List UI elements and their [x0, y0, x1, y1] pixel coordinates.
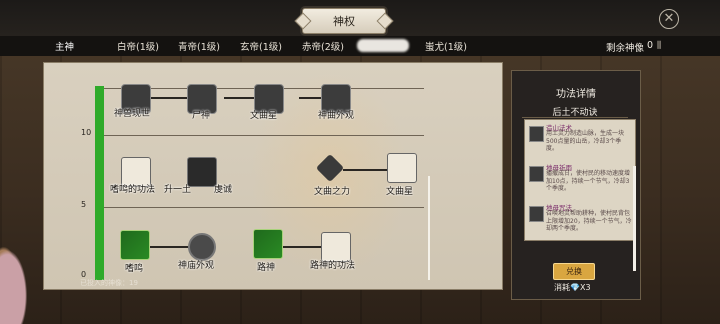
node-shiming[interactable]	[120, 230, 150, 260]
node-qiancheng[interactable]	[187, 157, 217, 187]
node-label: 嗜鸣的功法	[110, 185, 156, 195]
node-label: 路神的功法	[310, 261, 356, 271]
detail-title: 功法详情	[556, 89, 596, 100]
node-label: 路神	[257, 263, 276, 273]
node-label: 神兽现世	[114, 109, 151, 119]
skill-item: 造山法术 用土灵力制造山脉，生成一块500点量的山岳，冷却3个季度。	[525, 120, 635, 158]
skill-item: 地母祈雨 播撒成甘，使村民的移动速度增加10点，持续一个节气，冷却3个季度。	[525, 160, 635, 198]
tab-chiyou[interactable]: 蚩尤(1级)	[425, 39, 467, 53]
node-wenquxing[interactable]	[387, 153, 417, 183]
progress-bar	[95, 86, 104, 280]
skill-item-desc: 召唤地灵帮助耕种，使村民背包上限增加20，持续一个节气，冷却两个季度。	[546, 210, 632, 232]
tab-hidden[interactable]	[357, 39, 409, 52]
remaining-statues-count: 0	[647, 40, 654, 51]
cost-label: 消耗💎X3	[554, 283, 591, 292]
skill-item: 地母咒法 召唤地灵帮助耕种，使村民背包上限增加20，持续一个节气，冷却两个季度。	[525, 200, 635, 238]
connector	[299, 97, 321, 99]
top-bar: 神权 ✕	[0, 0, 720, 36]
node-label: 尸神	[192, 111, 211, 121]
y-label-5: 5	[81, 200, 87, 209]
connector	[224, 97, 254, 99]
close-icon[interactable]: ✕	[659, 9, 679, 29]
gridline-10	[104, 135, 424, 136]
node-shenmiao[interactable]	[188, 233, 216, 261]
exchange-button[interactable]: 兑换	[553, 263, 595, 280]
skill-name: 后土不动诀	[522, 105, 628, 118]
tab-baidi[interactable]: 白帝(1级)	[117, 39, 159, 53]
tree-scrollbar[interactable]	[428, 176, 430, 280]
detail-scrollbar[interactable]	[633, 166, 636, 271]
skill-icon	[529, 166, 544, 182]
node-label: 文曲星	[386, 187, 414, 197]
tab-chidi[interactable]: 赤帝(2级)	[302, 39, 344, 53]
node-label: 神曲外观	[318, 111, 355, 121]
skill-icon	[529, 206, 544, 222]
node-lushen[interactable]	[253, 229, 283, 259]
connector	[148, 246, 188, 248]
node-label: 文曲之力	[314, 187, 351, 197]
skill-item-desc: 用土灵力制造山脉，生成一块500点量的山岳，冷却3个季度。	[546, 130, 625, 152]
y-label-10: 10	[81, 128, 92, 137]
skill-item-desc: 播撒成甘，使村民的移动速度增加10点，持续一个节气，冷却3个季度。	[546, 170, 631, 192]
tab-xuandi[interactable]: 玄帝(1级)	[240, 39, 282, 53]
tab-main[interactable]: 主神	[55, 39, 74, 53]
connector	[343, 169, 387, 171]
node-label: 虔诚	[214, 185, 233, 195]
tab-qingdi[interactable]: 青帝(1级)	[178, 39, 220, 53]
flower-decoration	[0, 230, 36, 324]
node-label: 文曲星	[250, 111, 278, 121]
statue-icon: ⫼	[657, 41, 662, 51]
skill-icon	[529, 126, 544, 142]
connector	[283, 246, 321, 248]
node-label: 神庙外观	[178, 261, 215, 271]
node-label: 嗜鸣	[125, 264, 144, 274]
page-title: 神权	[302, 8, 386, 34]
invested-statues: 已投入的神像：19	[80, 279, 138, 287]
skill-list[interactable]: 造山法术 用土灵力制造山脉，生成一块500点量的山岳，冷却3个季度。 地母祈雨 …	[524, 119, 636, 241]
gridline-5	[104, 207, 424, 208]
remaining-statues-label: 剩余神像	[606, 43, 645, 54]
